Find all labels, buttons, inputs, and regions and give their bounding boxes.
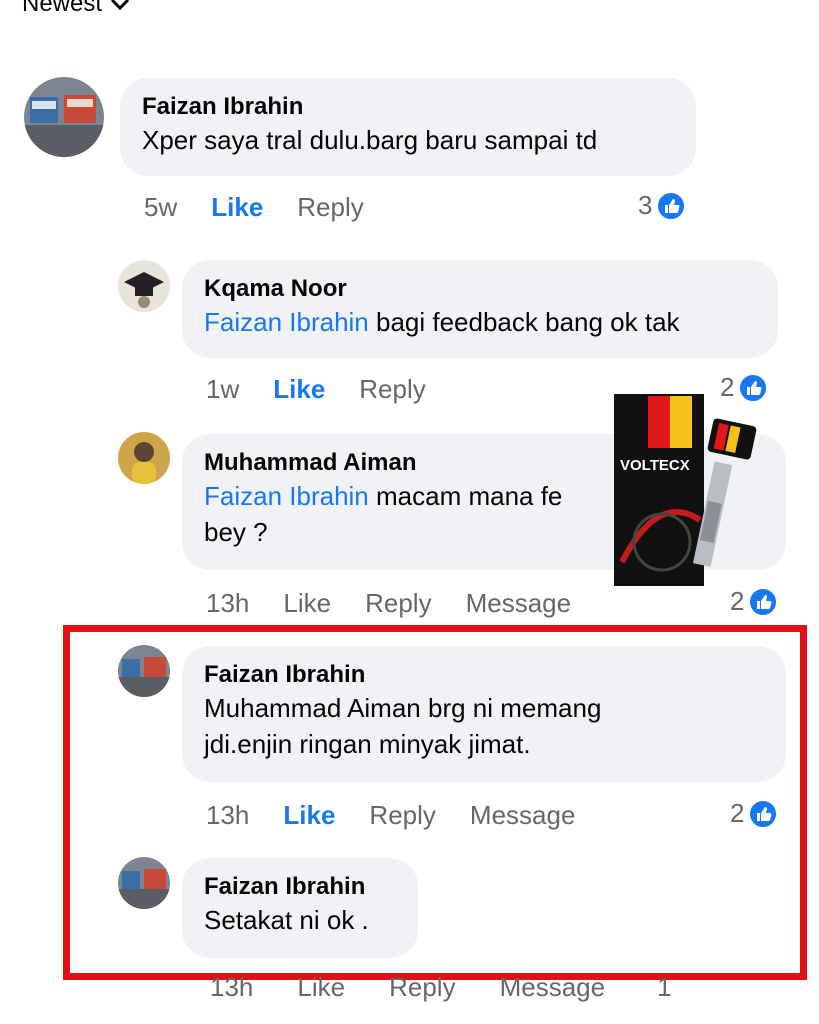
comment-time[interactable]: 5w [144, 192, 177, 223]
comment-text: Muhammad Aiman brg ni memang [204, 693, 602, 723]
reply-button[interactable]: Reply [365, 588, 431, 619]
comment-author[interactable]: Faizan Ibrahin [204, 872, 396, 902]
avatar-person-image [118, 432, 170, 484]
comment-time[interactable]: 13h [210, 972, 253, 1003]
comment-actions: 1w Like Reply [206, 374, 460, 405]
like-button[interactable]: Like [283, 800, 335, 831]
avatar-truck-image [118, 857, 170, 909]
avatar[interactable] [118, 432, 170, 484]
comment-text: Faizan Ibrahin bagi feedback bang ok tak [204, 307, 680, 337]
comment-bubble: Faizan Ibrahin Setakat ni ok . [182, 858, 418, 958]
mention-link[interactable]: Faizan Ibrahin [204, 481, 369, 511]
message-button[interactable]: Message [466, 588, 572, 619]
reply-button[interactable]: Reply [369, 800, 435, 831]
reaction-count[interactable]: 2 [730, 798, 779, 829]
comment-actions: 13h Like Reply Message [206, 800, 609, 831]
comment-text: Setakat ni ok . [204, 905, 369, 935]
like-button[interactable]: Like [211, 192, 263, 223]
avatar[interactable] [118, 645, 170, 697]
reaction-count[interactable]: 1 [657, 972, 671, 1003]
comment-time[interactable]: 13h [206, 588, 249, 619]
comment-author[interactable]: Faizan Ibrahin [204, 660, 764, 690]
product-image: VOLTECX [612, 392, 760, 588]
thumbs-up-icon [748, 586, 779, 617]
reaction-count[interactable]: 2 [730, 586, 779, 617]
reaction-count[interactable]: 3 [638, 190, 687, 221]
comment-actions: 5w Like Reply [144, 192, 398, 223]
message-button[interactable]: Message [470, 800, 576, 831]
avatar[interactable] [24, 77, 104, 157]
like-button[interactable]: Like [273, 374, 325, 405]
sort-label: Newest [22, 0, 103, 17]
product-brand: VOLTECX [620, 457, 690, 474]
comment-bubble: Faizan Ibrahin Muhammad Aiman brg ni mem… [182, 646, 786, 782]
comment-bubble: Faizan Ibrahin Xper saya tral dulu.barg … [120, 78, 696, 176]
comment-time[interactable]: 1w [206, 374, 239, 405]
mention-link[interactable]: Faizan Ibrahin [204, 307, 369, 337]
reply-button[interactable]: Reply [389, 972, 455, 1003]
thumbs-up-icon [656, 190, 687, 221]
chevron-down-icon [110, 0, 130, 11]
like-button[interactable]: Like [297, 972, 345, 1003]
sort-dropdown[interactable]: Newest [22, 0, 130, 18]
thumbs-up-icon [748, 798, 779, 829]
comment-author[interactable]: Faizan Ibrahin [142, 92, 674, 122]
reply-button[interactable]: Reply [359, 374, 425, 405]
avatar[interactable] [118, 857, 170, 909]
comment-text: Xper saya tral dulu.barg baru sampai td [142, 125, 598, 155]
comment-time[interactable]: 13h [206, 800, 249, 831]
reply-button[interactable]: Reply [297, 192, 363, 223]
comment-author[interactable]: Kqama Noor [204, 274, 756, 304]
message-button[interactable]: Message [500, 972, 606, 1003]
avatar-truck-image [24, 77, 104, 157]
comment-actions-cutoff: 13h Like Reply Message 1 [210, 972, 672, 1003]
avatar[interactable] [118, 260, 170, 312]
comment-bubble: Kqama Noor Faizan Ibrahin bagi feedback … [182, 260, 778, 358]
voltecx-product-illustration: VOLTECX [614, 394, 757, 586]
avatar-truck-image [118, 645, 170, 697]
avatar-graduation-image [118, 260, 170, 312]
like-button[interactable]: Like [283, 588, 331, 619]
comment-text-line2: jdi.enjin ringan minyak jimat. [204, 729, 531, 759]
comment-actions: 13h Like Reply Message [206, 588, 605, 619]
